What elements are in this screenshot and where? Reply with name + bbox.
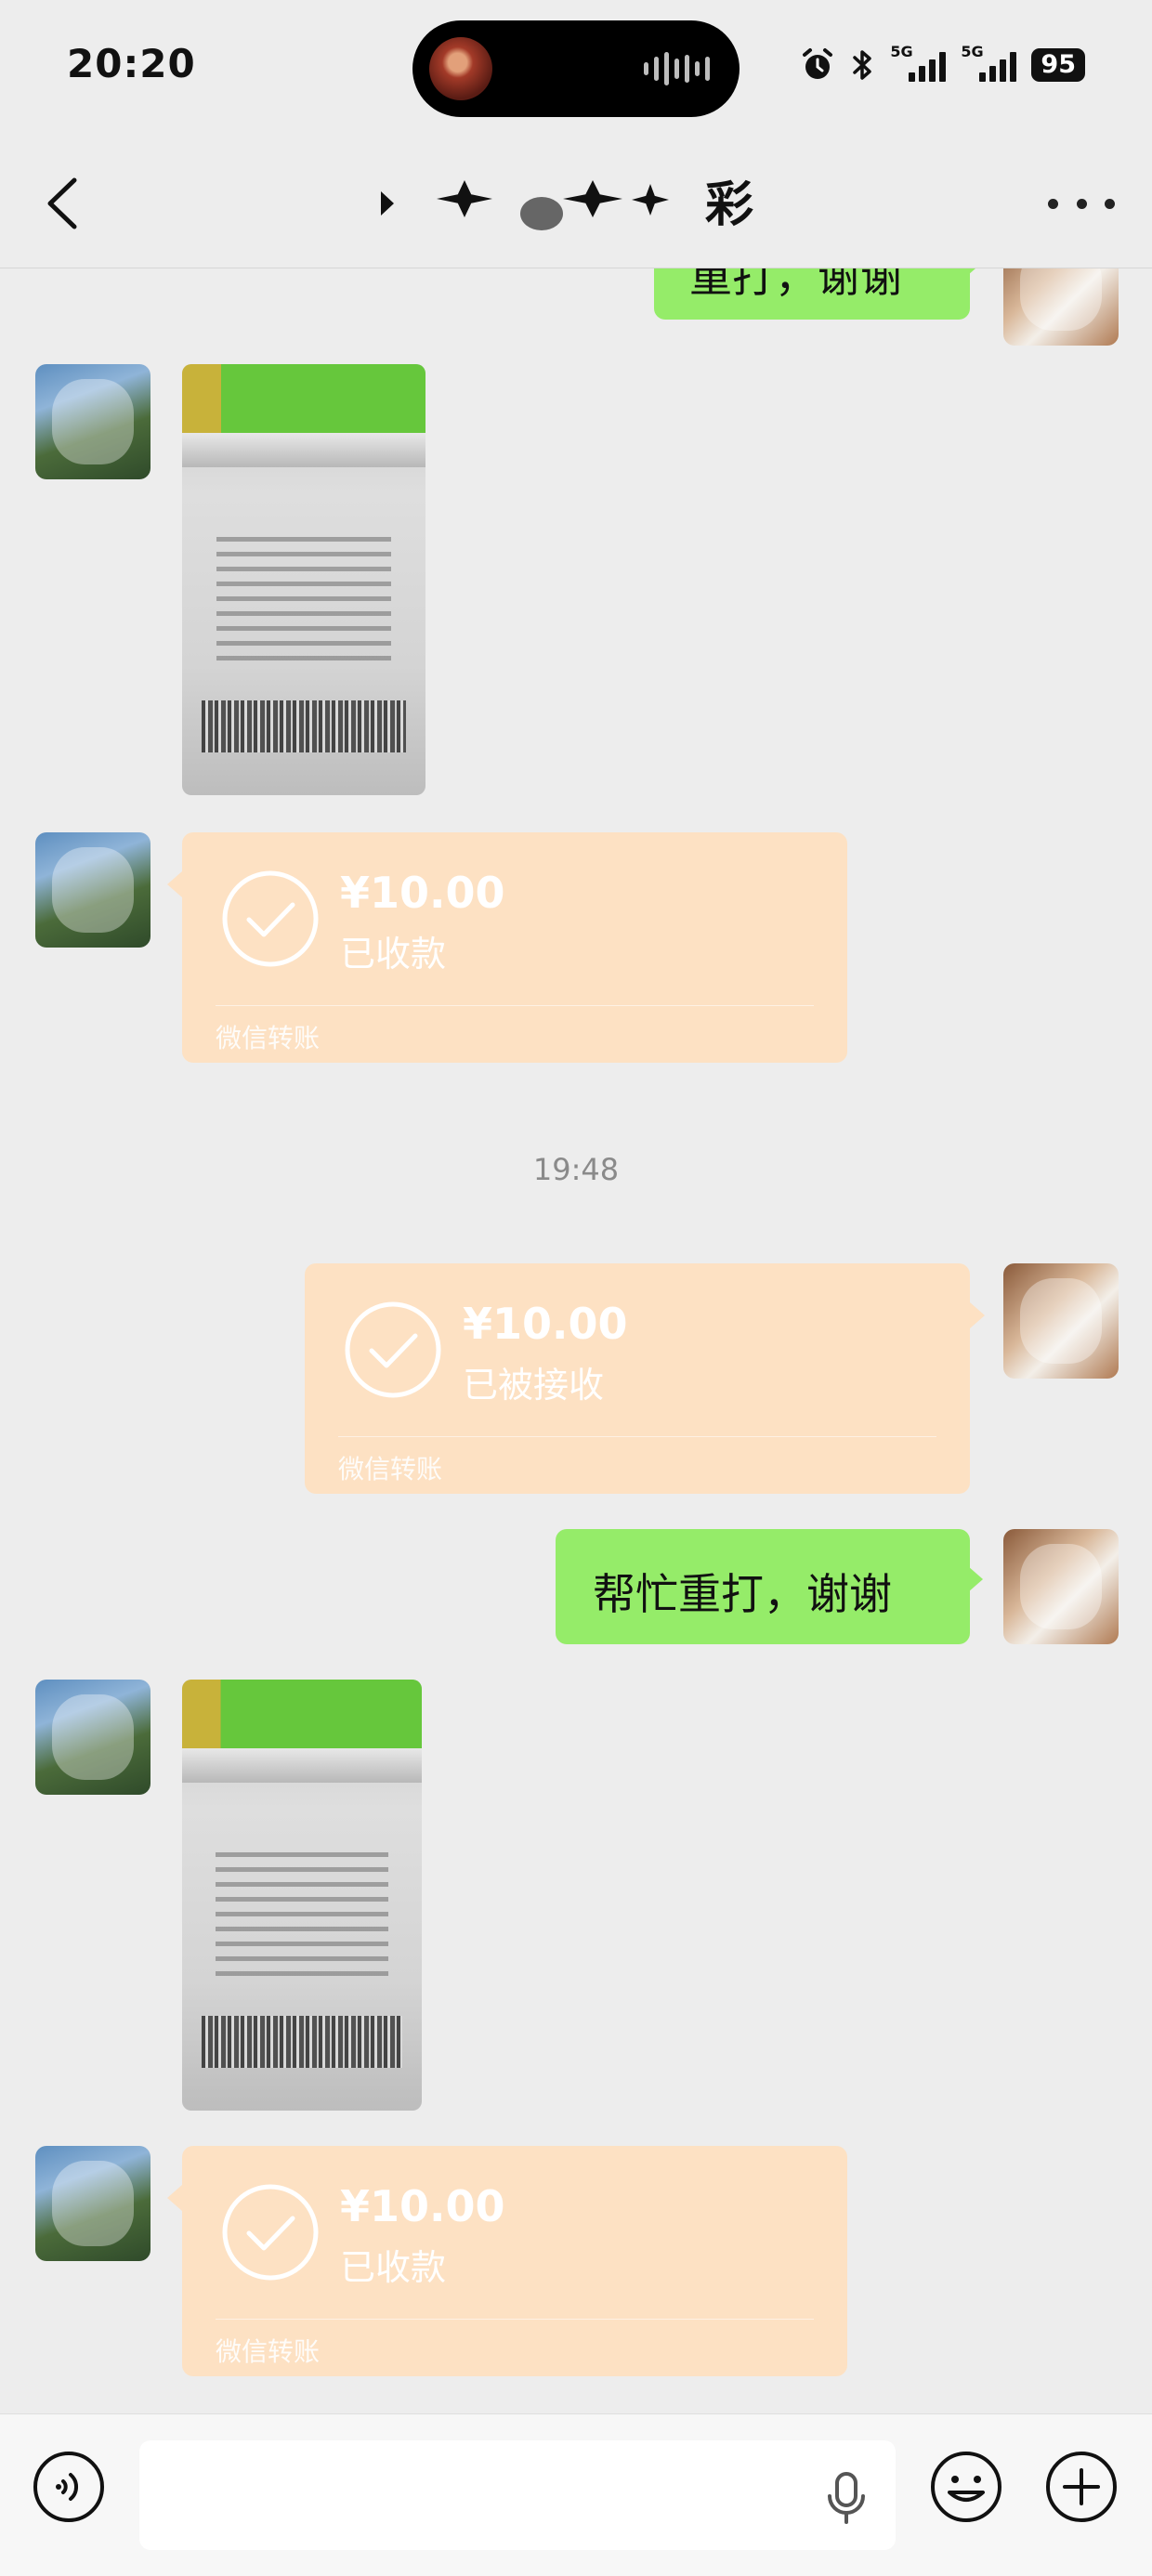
message-text: 重打，谢谢 (689, 268, 903, 302)
battery-level: 95 (1031, 48, 1085, 82)
status-bar: 20:20 5G 5G 95 (0, 0, 1152, 139)
lottery-ticket-photo[interactable] (182, 364, 425, 795)
audio-waveform-icon (644, 50, 710, 87)
chevron-left-icon[interactable] (37, 173, 93, 234)
message-timestamp: 19:48 (532, 1152, 620, 1187)
microphone-icon[interactable] (821, 2468, 871, 2528)
my-avatar[interactable] (1003, 1529, 1119, 1644)
wechat-transfer-card[interactable]: ¥10.00 已被接收 微信转账 (305, 1263, 985, 1494)
transfer-amount: ¥10.00 (340, 2181, 505, 2231)
plus-icon[interactable] (1044, 2450, 1119, 2524)
contact-avatar[interactable] (35, 2146, 151, 2261)
voice-mode-icon[interactable] (32, 2450, 106, 2524)
my-avatar[interactable] (1003, 1263, 1119, 1379)
divider (338, 1436, 936, 1437)
bluetooth-icon (853, 50, 872, 80)
cellular-signal-1-icon: 5G (890, 43, 947, 84)
chat-input-bar (0, 2413, 1152, 2576)
transfer-status: 已收款 (340, 2247, 447, 2288)
chat-title: 彩 (353, 165, 799, 235)
transfer-label: 微信转账 (216, 2336, 321, 2367)
cellular-signal-2-icon: 5G (961, 43, 1017, 84)
transfer-amount: ¥10.00 (463, 1299, 628, 1349)
emoji-icon[interactable] (929, 2450, 1003, 2524)
check-circle-icon (222, 2184, 319, 2281)
transfer-label: 微信转账 (338, 1454, 443, 1484)
more-horizontal-icon[interactable] (1048, 195, 1115, 212)
outgoing-text-bubble[interactable]: 重打，谢谢 (654, 268, 983, 320)
my-avatar[interactable] (1003, 268, 1119, 346)
status-icons: 5G 5G 95 (799, 43, 1085, 85)
outgoing-text-bubble[interactable]: 帮忙重打，谢谢 (556, 1529, 983, 1644)
alarm-icon (803, 48, 833, 79)
chat-title-text: 彩 (704, 177, 753, 233)
contact-avatar[interactable] (35, 832, 151, 948)
status-time: 20:20 (67, 41, 196, 86)
transfer-status: 已被接收 (463, 1365, 605, 1406)
transfer-label: 微信转账 (216, 1023, 321, 1053)
divider (216, 1005, 814, 1006)
wechat-transfer-card[interactable]: ¥10.00 已收款 微信转账 (167, 832, 847, 1063)
transfer-status: 已收款 (340, 934, 447, 974)
check-circle-icon (345, 1301, 441, 1398)
wechat-transfer-card[interactable]: ¥10.00 已收款 微信转账 (167, 2146, 847, 2376)
now-playing-artwork (429, 37, 492, 100)
message-list[interactable]: 重打，谢谢 ¥10.00 已收款 微信转账 19:48 ¥10.00 已被接收 … (0, 268, 1152, 2413)
transfer-amount: ¥10.00 (340, 868, 505, 918)
message-text: 帮忙重打，谢谢 (593, 1569, 892, 1619)
divider (216, 2319, 814, 2320)
contact-avatar[interactable] (35, 364, 151, 479)
chat-header: 彩 (0, 139, 1152, 268)
message-input[interactable] (139, 2440, 896, 2550)
dynamic-island[interactable] (412, 20, 740, 117)
lottery-ticket-photo[interactable] (182, 1680, 422, 2111)
contact-avatar[interactable] (35, 1680, 151, 1795)
check-circle-icon (222, 870, 319, 967)
